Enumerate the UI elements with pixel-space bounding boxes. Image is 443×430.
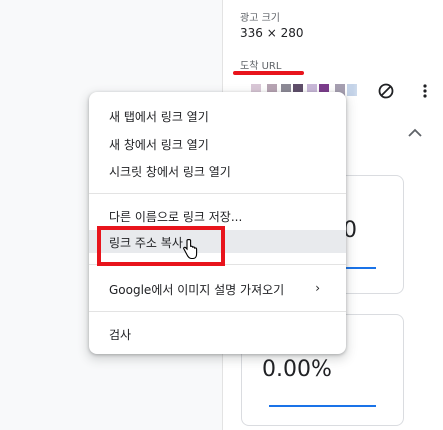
url-fade bbox=[353, 80, 376, 100]
menu-item-inspect[interactable]: 검사 bbox=[89, 322, 346, 345]
metric-value: 0.00% bbox=[262, 357, 332, 382]
context-menu: 새 탭에서 링크 열기 새 창에서 링크 열기 시크릿 창에서 링크 열기 다른… bbox=[89, 92, 346, 354]
menu-item-label: 검사 bbox=[109, 328, 132, 342]
submenu-arrow-icon: › bbox=[315, 281, 320, 295]
hand-cursor-icon bbox=[183, 239, 198, 260]
menu-item-label: Google에서 이미지 설명 가져오기 bbox=[109, 283, 285, 297]
menu-item-save-link-as[interactable]: 다른 이름으로 링크 저장... bbox=[89, 204, 346, 227]
menu-item-label: 새 탭에서 링크 열기 bbox=[109, 110, 209, 124]
annotation-highlight-box bbox=[97, 226, 225, 266]
annotation-underline bbox=[233, 71, 304, 75]
more-vert-icon[interactable] bbox=[418, 82, 432, 100]
menu-item-open-new-tab[interactable]: 새 탭에서 링크 열기 bbox=[89, 104, 346, 127]
menu-item-label: 시크릿 창에서 링크 열기 bbox=[109, 165, 231, 179]
menu-item-open-incognito[interactable]: 시크릿 창에서 링크 열기 bbox=[89, 159, 346, 182]
menu-item-label: 다른 이름으로 링크 저장... bbox=[109, 210, 243, 224]
menu-item-label: 새 창에서 링크 열기 bbox=[109, 138, 209, 152]
destination-url-label: 도착 URL bbox=[240, 61, 282, 72]
menu-separator bbox=[89, 311, 346, 312]
block-icon[interactable] bbox=[377, 82, 395, 100]
menu-item-google-image-description[interactable]: Google에서 이미지 설명 가져오기 › bbox=[89, 277, 346, 300]
ad-size-value: 336 × 280 bbox=[240, 26, 304, 40]
metric-trend-line bbox=[269, 405, 376, 407]
chevron-up-icon[interactable] bbox=[405, 126, 425, 140]
menu-separator bbox=[89, 193, 346, 194]
ad-size-label: 광고 크기 bbox=[240, 13, 280, 24]
menu-item-open-new-window[interactable]: 새 창에서 링크 열기 bbox=[89, 132, 346, 155]
